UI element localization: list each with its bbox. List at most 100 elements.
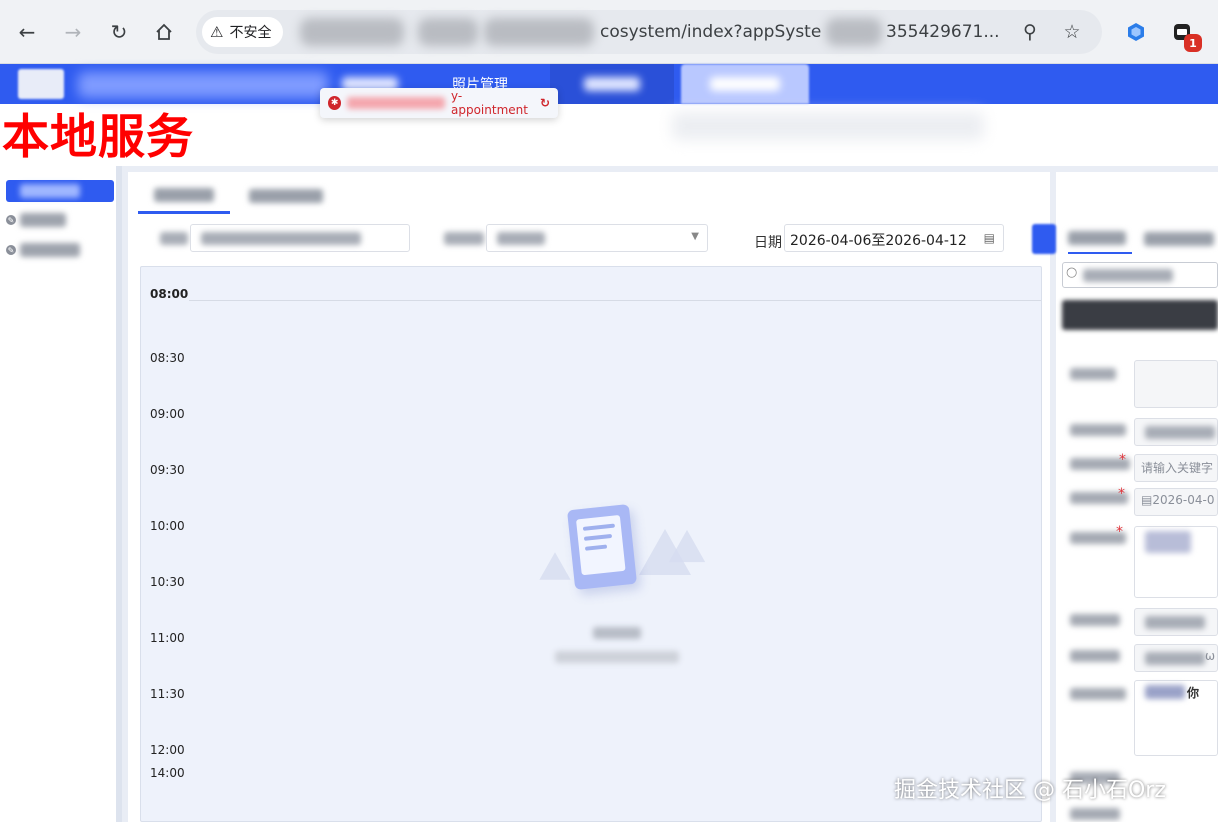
required-marker: *: [1116, 524, 1123, 540]
keyword-placeholder: 请输入关键字: [1141, 461, 1214, 475]
system-name-redacted: [78, 72, 328, 98]
textarea-field[interactable]: [1134, 526, 1218, 598]
textarea-field[interactable]: 你: [1134, 680, 1218, 756]
sidebar-label-redacted: [20, 213, 66, 227]
form-field[interactable]: [1134, 360, 1218, 408]
filter-label-redacted: [160, 232, 188, 245]
security-chip[interactable]: ⚠ 不安全: [202, 17, 284, 47]
sidebar-item[interactable]: ✎: [6, 240, 80, 260]
url-redacted: [826, 18, 882, 46]
page-title: 本地服务: [2, 110, 194, 165]
search-input[interactable]: [190, 224, 410, 252]
edit-icon: ✎: [6, 245, 16, 255]
time-label: 09:00: [150, 407, 185, 421]
filter-label-redacted: [444, 232, 484, 245]
time-label: 12:00: [150, 743, 185, 757]
forward-button[interactable]: →: [58, 17, 88, 47]
form-label-redacted: [1070, 368, 1116, 380]
right-tab-active[interactable]: [1068, 224, 1132, 254]
right-tab[interactable]: [1144, 224, 1218, 254]
document-icon: [566, 503, 638, 591]
nav-label-redacted: [710, 77, 780, 91]
form-field[interactable]: ω: [1134, 644, 1218, 672]
select-value-redacted: [497, 232, 545, 245]
form-label-redacted: [1070, 688, 1126, 700]
mountain-shape: [668, 529, 706, 563]
bookmark-button[interactable]: ☆: [1060, 20, 1084, 44]
watermark: 掘金技术社区 @ 石小石Orz: [894, 778, 1166, 803]
time-label: 08:30: [150, 351, 185, 365]
edit-icon: ✎: [6, 215, 16, 225]
date-label: 日期: [754, 235, 782, 251]
keyword-input[interactable]: 请输入关键字: [1134, 454, 1218, 482]
date-input-value: ▤2026-04-0: [1141, 493, 1215, 507]
date-value: 2026-04-0: [1152, 493, 1215, 507]
header-nav-item-3[interactable]: [550, 64, 674, 104]
tooltip-redacted: [347, 97, 445, 109]
back-arrow-icon: ←: [18, 20, 36, 44]
chevron-down-icon: ▼: [691, 231, 699, 242]
cube-icon: [1128, 23, 1144, 41]
tooltip-text: y-appointment: [451, 89, 528, 117]
profile-extension-button[interactable]: 1: [1170, 20, 1202, 52]
back-button[interactable]: ←: [12, 17, 42, 47]
sidebar-label-redacted: [20, 243, 80, 257]
right-panel: ○ * 请输入关键字 * ▤2026-04-0 * ω 你: [1032, 172, 1218, 822]
address-bar[interactable]: ⚠ 不安全 cosystem/index?appSyste 355429671.…: [196, 10, 1102, 54]
date-range-picker[interactable]: 2026-04-06至2026-04-12 ▤: [784, 224, 1004, 252]
zoom-button[interactable]: ⚲: [1018, 20, 1042, 44]
sidebar-item-active[interactable]: [6, 180, 114, 202]
star-icon: ☆: [1063, 21, 1081, 43]
tab-label-redacted: [154, 187, 214, 202]
time-label: 09:30: [150, 463, 185, 477]
input-text-redacted: [201, 232, 361, 245]
field-value-redacted: [1145, 685, 1185, 699]
form-label-redacted: [1070, 650, 1120, 662]
form-field[interactable]: [1134, 608, 1218, 636]
empty-state-illustration: [521, 489, 711, 609]
main-panel: ▼ 日期 2026-04-06至2026-04-12 ▤ 08:00 08:30…: [128, 172, 1050, 822]
panel-toggle-button[interactable]: [1032, 224, 1056, 254]
field-value-redacted: [1145, 616, 1205, 629]
reload-button[interactable]: ↻: [104, 17, 134, 47]
browser-toolbar: ← → ↻ ⚠ 不安全 cosystem/index?appSyste 3554…: [0, 0, 1218, 64]
header-nav-item-active[interactable]: [681, 64, 809, 104]
search-icon: ○: [1066, 265, 1078, 280]
form-label-redacted: [1070, 808, 1120, 820]
url-redacted: [484, 18, 594, 46]
tab-label-redacted: [249, 189, 323, 203]
tab-active[interactable]: [138, 178, 230, 214]
panel-action-bar[interactable]: [1062, 300, 1218, 330]
field-value-redacted: [1145, 426, 1215, 439]
category-select[interactable]: ▼: [486, 224, 708, 252]
field-value-redacted: [1145, 531, 1191, 553]
hour-divider: [189, 300, 1041, 301]
refresh-icon[interactable]: ↻: [540, 96, 550, 110]
home-button[interactable]: [149, 17, 179, 47]
empty-title-redacted: [593, 627, 641, 639]
app-header: 照片管理: [0, 64, 1218, 104]
mountain-shape: [539, 552, 571, 580]
panel-search-input[interactable]: ○: [1062, 262, 1218, 288]
form-field[interactable]: [1134, 418, 1218, 446]
form-label-redacted: [1070, 424, 1126, 436]
document-line: [583, 533, 613, 541]
extension-button[interactable]: [1124, 20, 1148, 44]
reload-icon: ↻: [110, 20, 128, 44]
date-input[interactable]: ▤2026-04-0: [1134, 488, 1218, 516]
schedule-grid[interactable]: 08:00 08:30 09:00 09:30 10:00 10:30 11:0…: [140, 266, 1042, 822]
header-ghost-blur: [672, 112, 984, 140]
forward-arrow-icon: →: [64, 20, 82, 44]
date-range-value: 2026-04-06至2026-04-12: [790, 233, 967, 249]
extension-badge-icon: ✱: [328, 96, 342, 110]
sidebar: ✎ ✎: [0, 166, 122, 822]
form-label-redacted: [1070, 614, 1120, 626]
notification-badge: 1: [1184, 34, 1202, 52]
tab[interactable]: [244, 178, 328, 214]
required-marker: *: [1119, 452, 1126, 468]
field-value-redacted: [1145, 652, 1205, 665]
sidebar-item[interactable]: ✎: [6, 210, 66, 230]
url-tail: 355429671...: [886, 22, 1000, 42]
time-label: 11:30: [150, 687, 185, 701]
calendar-icon: ▤: [983, 231, 995, 245]
